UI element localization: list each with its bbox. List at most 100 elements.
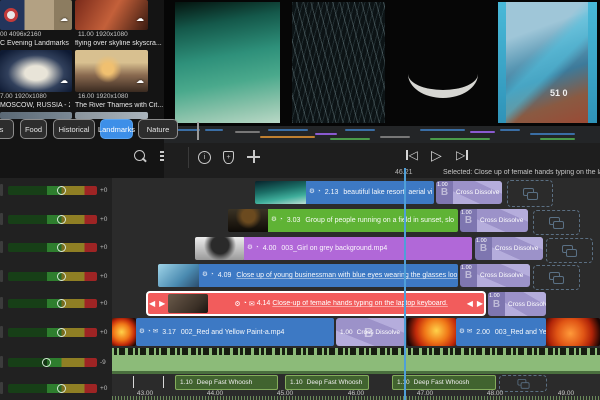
audio-level-value: +0 bbox=[100, 300, 108, 307]
clip-duration: 3.03 bbox=[286, 217, 301, 224]
audio-level-slider[interactable] bbox=[8, 358, 97, 367]
audio-level-knob[interactable] bbox=[57, 215, 66, 224]
transition-duration: 1.00 bbox=[461, 210, 472, 216]
timeline-clip[interactable]: ⚙ ◔ 4.00 003_Girl on grey background.mp4 bbox=[244, 237, 472, 260]
media-thumbnail[interactable]: ☁ bbox=[0, 0, 72, 30]
cloud-icon: ☁ bbox=[60, 14, 68, 23]
tab-row-divider bbox=[197, 122, 199, 140]
timeline-clip[interactable]: ⚙ ◔ 3.03 Group of people running on a fi… bbox=[268, 209, 458, 232]
tab-effects[interactable]: Effects bbox=[0, 119, 14, 139]
trim-handle-left-icon[interactable]: ▶ bbox=[159, 299, 165, 308]
search-icon[interactable] bbox=[134, 150, 145, 161]
clip-thumbnail bbox=[407, 318, 456, 346]
audio-level-value: +0 bbox=[100, 244, 108, 251]
tab-food[interactable]: Food bbox=[20, 119, 47, 139]
play-triangle-glyph: ▷ bbox=[431, 147, 442, 163]
audio-fx-clip[interactable]: 1.10 Deep Fast Whoosh bbox=[285, 375, 369, 390]
clip-title: 003_Red and Ye bbox=[494, 328, 546, 336]
transition-clip[interactable]: B 1.00 Cross Dissolve bbox=[475, 237, 543, 260]
transition-thumb: B 1.00 bbox=[488, 292, 505, 316]
audio-level-slider[interactable] bbox=[8, 243, 97, 252]
trim-handle-right-icon[interactable]: ▶ bbox=[477, 299, 483, 308]
placeholder-slot[interactable] bbox=[507, 180, 553, 207]
preview-frame-rain bbox=[292, 2, 385, 123]
overview-clip-dash bbox=[420, 129, 465, 131]
audio-level-slider[interactable] bbox=[8, 272, 97, 281]
clip-title: Group of people running on a field in su… bbox=[305, 217, 455, 224]
copy-icon bbox=[549, 272, 564, 284]
media-thumbnail-partial[interactable] bbox=[0, 112, 72, 119]
overview-clip-dash bbox=[268, 129, 308, 131]
transition-clip[interactable]: B 1.00 Cross Dissolve bbox=[436, 181, 502, 204]
selected-clip[interactable]: ◀ ▶ ⚙ ◔ ✉ 4.14 Close-up of female hands … bbox=[146, 291, 486, 316]
media-thumbnail[interactable]: ☁ bbox=[75, 0, 148, 30]
transition-clip[interactable]: B 1.00 Cross Dissolve bbox=[460, 264, 530, 287]
track-icon-sliver bbox=[0, 382, 3, 394]
track-icon-sliver bbox=[0, 297, 3, 309]
move-tool-icon[interactable] bbox=[247, 150, 260, 163]
audio-level-slider[interactable] bbox=[8, 186, 97, 195]
media-thumbnail[interactable]: ☁ bbox=[0, 50, 72, 92]
media-thumbnail-partial[interactable] bbox=[75, 112, 148, 119]
blur-streak bbox=[506, 2, 588, 123]
overview-clip-dash bbox=[500, 129, 520, 131]
audio-level-knob[interactable] bbox=[57, 328, 66, 337]
trim-handle-left-icon[interactable]: ◀ bbox=[149, 299, 155, 308]
audio-level-slider[interactable] bbox=[8, 328, 97, 337]
overview-clip-dash bbox=[530, 133, 575, 135]
music-track[interactable] bbox=[112, 348, 600, 374]
clip-thumbnail bbox=[255, 181, 307, 204]
clip-title: beautiful lake resort, aerial vi bbox=[343, 189, 433, 196]
play-button[interactable]: ▷ bbox=[431, 147, 442, 164]
track-icon-sliver bbox=[0, 270, 3, 282]
transition-clip[interactable]: B 1.00 Cross Dissolve bbox=[488, 292, 546, 316]
next-frame-button[interactable]: ▷ bbox=[456, 148, 468, 162]
audio-level-slider[interactable] bbox=[8, 215, 97, 224]
placeholder-slot[interactable] bbox=[533, 265, 580, 290]
audio-level-knob[interactable] bbox=[57, 384, 66, 393]
audio-level-knob[interactable] bbox=[42, 358, 51, 367]
transition-clip[interactable]: B 1.00 Cross Dissolve bbox=[336, 318, 406, 346]
track-icon-sliver bbox=[0, 184, 3, 196]
audio-level-knob[interactable] bbox=[57, 299, 66, 308]
clip-info-icon[interactable]: i bbox=[198, 151, 211, 164]
audio-level-knob[interactable] bbox=[57, 243, 66, 252]
audio-level-value: +0 bbox=[100, 329, 108, 336]
tab-historical[interactable]: Historical bbox=[53, 119, 95, 139]
timeline-clip[interactable]: ⚙ ✉ 2.00 003_Red and Ye bbox=[456, 318, 546, 346]
audio-fx-clip[interactable]: 1.10 Deep Fast Whoosh bbox=[175, 375, 278, 390]
prev-frame-button[interactable]: ◁ bbox=[406, 148, 418, 162]
timeline-overview-strip[interactable] bbox=[164, 126, 600, 143]
overview-clip-dash bbox=[260, 136, 315, 138]
media-thumbnail[interactable]: ☁ bbox=[75, 50, 148, 92]
clip-duration: 2.00 bbox=[476, 328, 490, 336]
transition-clip[interactable]: B 1.00 Cross Dissolve bbox=[460, 209, 528, 232]
copy-icon bbox=[522, 188, 538, 200]
transition-name: Cross Dissolve bbox=[480, 217, 524, 224]
add-shield-icon[interactable]: + bbox=[223, 151, 234, 164]
copy-icon bbox=[549, 217, 564, 229]
clip-title: 002_Red and Yellow Paint-a.mp4 bbox=[180, 328, 285, 336]
audio-level-slider[interactable] bbox=[8, 384, 97, 393]
placeholder-slot[interactable] bbox=[533, 210, 580, 235]
tab-landmarks[interactable]: Landmarks bbox=[98, 119, 135, 139]
preview-frame-cyan-strip bbox=[498, 2, 506, 123]
placeholder-slot[interactable] bbox=[499, 375, 547, 392]
timeline-clip[interactable]: ⚙ ◔ ✉ 3.17 002_Red and Yellow Paint-a.mp… bbox=[136, 318, 334, 346]
audio-level-knob[interactable] bbox=[57, 186, 66, 195]
audio-level-slider[interactable] bbox=[8, 299, 97, 308]
timeline-clip[interactable]: ⚙ ◔ 2.13 beautiful lake resort, aerial v… bbox=[306, 181, 434, 204]
placeholder-slot[interactable] bbox=[546, 238, 593, 263]
audio-fx-clip[interactable]: 1.10 Deep Fast Whoosh bbox=[392, 375, 496, 390]
clip-thumbnail bbox=[158, 264, 200, 287]
gear-icon: ⚙ bbox=[234, 300, 241, 308]
overview-clip-dash bbox=[430, 138, 490, 140]
timeline-clip[interactable]: ⚙ ◔ 4.09 Close up of young businessman w… bbox=[199, 264, 458, 287]
preview-overlay-digits: 51 0 bbox=[550, 88, 568, 98]
watermark-glyph: B bbox=[364, 325, 374, 340]
trim-handle-right-icon[interactable]: ◀ bbox=[467, 299, 473, 308]
transition-name: Cross Dissolve bbox=[480, 272, 524, 279]
audio-level-knob[interactable] bbox=[57, 272, 66, 281]
playhead[interactable] bbox=[404, 168, 406, 400]
tab-nature[interactable]: Nature bbox=[138, 119, 178, 139]
